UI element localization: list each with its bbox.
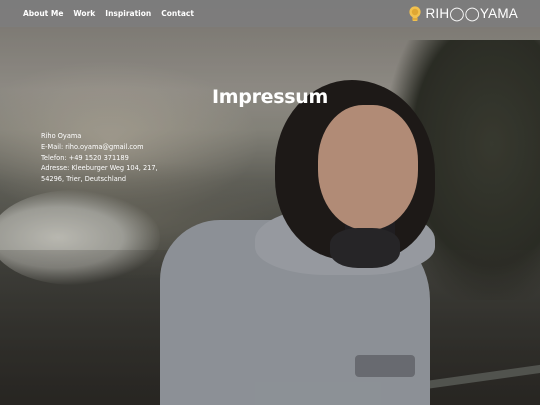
page-title: Impressum (212, 86, 328, 108)
nav-links: About Me Work Inspiration Contact (23, 0, 194, 27)
site-logo[interactable]: RIH◯◯YAMA (408, 4, 518, 23)
lightbulb-icon (409, 5, 422, 21)
info-address-line2: 54296, Trier, Deutschland (41, 175, 127, 184)
nav-link-inspiration[interactable]: Inspiration (105, 9, 151, 18)
info-email: E-Mail: riho.oyama@gmail.com (41, 142, 144, 151)
nav-link-about-me[interactable]: About Me (23, 9, 63, 18)
top-navbar: About Me Work Inspiration Contact RIH◯◯Y… (0, 0, 540, 27)
contact-info: Riho Oyama E-Mail: riho.oyama@gmail.com … (41, 131, 158, 185)
info-phone: Telefon: +49 1520 371189 (41, 153, 129, 162)
nav-link-work[interactable]: Work (73, 9, 95, 18)
info-address-line1: Adresse: Kleeburger Weg 104, 217, (41, 164, 158, 173)
info-name: Riho Oyama (41, 132, 82, 140)
image-overlay (0, 0, 540, 405)
logo-text: RIH◯◯YAMA (425, 5, 518, 21)
nav-link-contact[interactable]: Contact (161, 9, 194, 18)
